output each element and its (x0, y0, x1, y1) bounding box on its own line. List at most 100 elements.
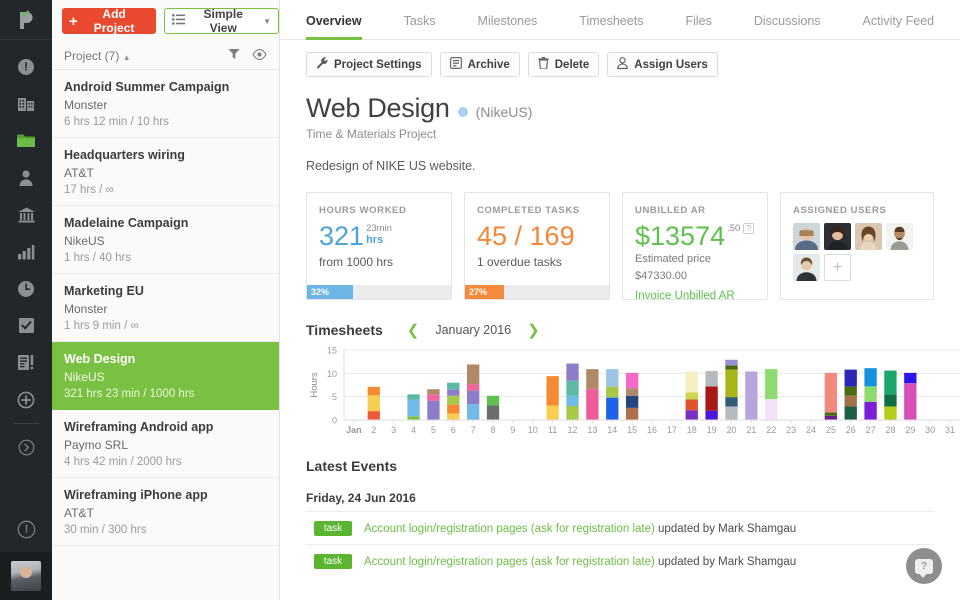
chart-bar-segment[interactable] (566, 406, 579, 420)
chart-bar-segment[interactable] (725, 397, 738, 407)
chart-bar-segment[interactable] (625, 388, 639, 396)
dashboard-icon[interactable] (0, 48, 52, 85)
chart-bar-segment[interactable] (486, 395, 500, 406)
timesheets-icon[interactable] (0, 270, 52, 307)
project-list-item[interactable]: Web Design NikeUS 321 hrs 23 min / 1000 hr… (52, 342, 279, 410)
chart-bar-segment[interactable] (625, 407, 639, 420)
project-list-item[interactable]: Marketing EU Monster 1 hrs 9 min / ∞ (52, 274, 279, 342)
chart-bar-segment[interactable] (884, 406, 897, 420)
chart-bar-segment[interactable] (427, 389, 440, 395)
avatar[interactable] (793, 223, 820, 250)
chart-bar-segment[interactable] (904, 372, 917, 384)
avatar[interactable] (793, 254, 820, 281)
chevron-right-icon[interactable]: ❯ (527, 323, 540, 338)
chart-bar-segment[interactable] (884, 394, 897, 407)
project-list-item[interactable]: Headquarters wiring AT&T 17 hrs / ∞ (52, 138, 279, 206)
projects-count[interactable]: Project (7) ▲ (64, 49, 228, 63)
chart-bar-segment[interactable] (447, 404, 460, 414)
chart-bar-segment[interactable] (625, 372, 639, 389)
assign-users-button[interactable]: Assign Users (607, 52, 718, 77)
chart-bar-segment[interactable] (705, 371, 718, 387)
chart-bar-segment[interactable] (864, 386, 877, 402)
help-button[interactable]: ? (906, 548, 942, 584)
chart-bar-segment[interactable] (566, 363, 579, 381)
chart-bar-segment[interactable] (546, 376, 559, 406)
chart-bar-segment[interactable] (486, 405, 500, 420)
chart-bar-segment[interactable] (586, 389, 599, 420)
chart-bar-segment[interactable] (725, 365, 738, 370)
chart-bar-segment[interactable] (864, 368, 877, 387)
chart-bar-segment[interactable] (685, 410, 698, 420)
delete-button[interactable]: Delete (527, 52, 600, 77)
company-icon[interactable] (0, 85, 52, 122)
invoices-icon[interactable] (0, 344, 52, 381)
chart-bar-segment[interactable] (844, 386, 857, 396)
chart-bar-segment[interactable] (367, 411, 380, 420)
accounting-icon[interactable] (0, 196, 52, 233)
chart-bar-segment[interactable] (844, 406, 857, 420)
chart-bar-segment[interactable] (725, 406, 738, 420)
project-list-item[interactable]: Madelaine Campaign NikeUS 1 hrs / 40 hrs (52, 206, 279, 274)
chart-bar-segment[interactable] (566, 380, 579, 396)
chart-bar-segment[interactable] (606, 397, 619, 420)
help-tooltip-icon[interactable]: ? (743, 223, 755, 234)
project-list-item[interactable]: Android Summer Campaign Monster 6 hrs 12 m… (52, 70, 279, 138)
chart-bar-segment[interactable] (824, 412, 837, 416)
chart-bar-segment[interactable] (745, 371, 758, 420)
chart-bar-segment[interactable] (844, 369, 857, 387)
avatar[interactable] (855, 223, 882, 250)
invoice-unbilled-ar-link[interactable]: Invoice Unbilled AR (635, 290, 755, 302)
chart-bar-segment[interactable] (367, 395, 380, 412)
tab-overview[interactable]: Overview (298, 14, 383, 40)
chart-bar-segment[interactable] (367, 386, 380, 396)
simple-view-button[interactable]: Simple View ▼ (164, 7, 279, 35)
chart-bar-segment[interactable] (824, 372, 837, 413)
chart-bar-segment[interactable] (447, 413, 460, 420)
tab-tasks[interactable]: Tasks (383, 14, 457, 39)
chart-bar-segment[interactable] (467, 404, 480, 420)
tab-activity-feed[interactable]: Activity Feed (842, 14, 956, 39)
tab-timesheets[interactable]: Timesheets (558, 14, 664, 39)
chart-bar-segment[interactable] (467, 384, 480, 391)
chart-bar-segment[interactable] (685, 392, 698, 400)
chart-bar-segment[interactable] (765, 399, 778, 420)
event-link[interactable]: Account login/registration pages (ask fo… (364, 556, 655, 568)
chart-bar-segment[interactable] (467, 364, 480, 385)
chart-bar-segment[interactable] (407, 394, 420, 400)
avatar[interactable] (886, 223, 913, 250)
filter-icon[interactable] (228, 48, 240, 63)
chart-bar-segment[interactable] (864, 401, 877, 420)
chart-bar-segment[interactable] (725, 359, 738, 366)
event-link[interactable]: Account login/registration pages (ask fo… (364, 523, 655, 535)
add-user-button[interactable]: + (824, 254, 851, 281)
chart-bar-segment[interactable] (606, 369, 619, 387)
chart-bar-segment[interactable] (844, 395, 857, 407)
add-icon[interactable] (0, 381, 52, 418)
chart-bar-segment[interactable] (606, 386, 619, 398)
tab-files[interactable]: Files (664, 14, 732, 39)
chart-bar-segment[interactable] (884, 370, 897, 395)
chart-bar-segment[interactable] (625, 395, 639, 408)
tab-milestones[interactable]: Milestones (457, 14, 559, 39)
chart-bar-segment[interactable] (447, 382, 460, 390)
chart-bar-segment[interactable] (765, 369, 778, 399)
chart-bar-segment[interactable] (546, 405, 559, 420)
projects-icon[interactable] (0, 122, 52, 159)
chart-bar-segment[interactable] (447, 395, 460, 405)
chart-bar-segment[interactable] (824, 415, 837, 420)
chart-bar-segment[interactable] (427, 400, 440, 420)
tasks-icon[interactable] (0, 307, 52, 344)
expand-rail-icon[interactable] (0, 429, 52, 466)
chart-bar-segment[interactable] (447, 389, 460, 396)
project-list-item[interactable]: Wireframing iPhone app AT&T 30 min / 300 h… (52, 478, 279, 546)
chart-bar-segment[interactable] (685, 371, 698, 393)
chart-bar-segment[interactable] (586, 369, 599, 390)
chart-bar-segment[interactable] (467, 390, 480, 405)
user-avatar[interactable] (0, 552, 52, 600)
add-project-button[interactable]: + Add Project (62, 7, 157, 35)
chart-bar-segment[interactable] (566, 395, 579, 406)
timer-icon[interactable] (0, 507, 52, 552)
chart-bar-segment[interactable] (407, 399, 420, 417)
chart-bar-segment[interactable] (685, 399, 698, 411)
chevron-left-icon[interactable]: ❮ (407, 323, 420, 338)
